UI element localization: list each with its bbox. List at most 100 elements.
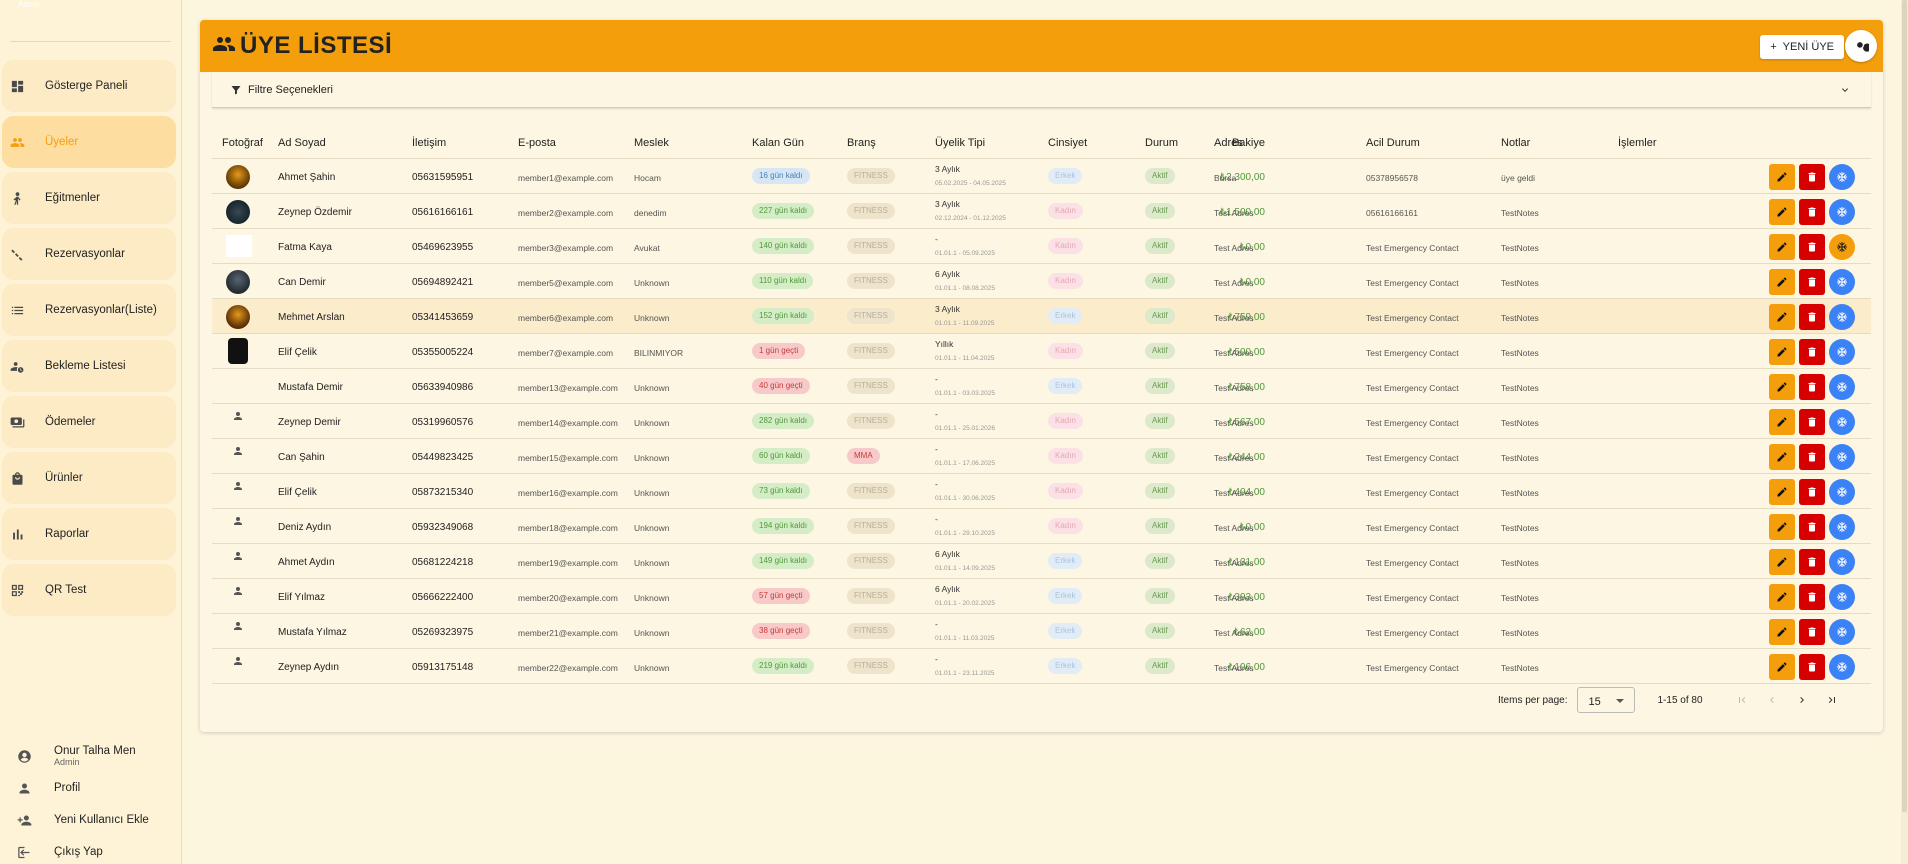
member-job: Unknown [634, 558, 670, 568]
table-row[interactable]: Elif Çelik 05355005224 member7@example.com… [212, 334, 1871, 369]
freeze-button[interactable] [1829, 304, 1855, 330]
edit-button[interactable] [1769, 164, 1795, 190]
add-user-link[interactable]: Yeni Kullanıcı Ekle [0, 804, 180, 836]
column-header[interactable]: Branş [847, 137, 876, 149]
delete-button[interactable] [1799, 234, 1825, 260]
delete-button[interactable] [1799, 619, 1825, 645]
sidebar-item-qr-test[interactable]: QR Test [2, 564, 176, 616]
delete-button[interactable] [1799, 374, 1825, 400]
edit-button[interactable] [1769, 444, 1795, 470]
items-per-page-select[interactable]: 15 [1577, 687, 1636, 713]
sidebar-item-ödemeler[interactable]: Ödemeler [2, 396, 176, 448]
edit-button[interactable] [1769, 374, 1795, 400]
table-row[interactable]: Elif Çelik 05873215340 member16@example.co… [212, 474, 1871, 509]
sidebar-item-gösterge-paneli[interactable]: Gösterge Paneli [2, 60, 176, 112]
table-row[interactable]: Elif Yılmaz 05666222400 member20@example.c… [212, 579, 1871, 614]
table-row[interactable]: Mustafa Yılmaz 05269323975 member21@exampl… [212, 614, 1871, 649]
table-row[interactable]: Mustafa Demir 05633940986 member13@example… [212, 369, 1871, 404]
freeze-button[interactable] [1829, 549, 1855, 575]
column-header[interactable]: Adres [1214, 137, 1243, 149]
edit-button[interactable] [1769, 514, 1795, 540]
sidebar-item-label: Rezervasyonlar [45, 248, 125, 260]
sidebar-item-rezervasyonlar[interactable]: Rezervasyonlar [2, 228, 176, 280]
column-header[interactable]: Kalan Gün [752, 137, 804, 149]
edit-button[interactable] [1769, 304, 1795, 330]
freeze-button[interactable] [1829, 269, 1855, 295]
new-member-button[interactable]: + YENİ ÜYE [1760, 35, 1844, 59]
delete-button[interactable] [1799, 479, 1825, 505]
column-header[interactable]: Notlar [1501, 137, 1530, 149]
table-row[interactable]: Zeynep Demir 05319960576 member14@example.… [212, 404, 1871, 439]
delete-button[interactable] [1799, 164, 1825, 190]
table-row[interactable]: Deniz Aydın 05932349068 member18@example.c… [212, 509, 1871, 544]
filter-panel[interactable]: Filtre Seçenekleri [212, 72, 1871, 108]
sidebar-item-üyeler[interactable]: Üyeler [2, 116, 176, 168]
delete-button[interactable] [1799, 304, 1825, 330]
column-header[interactable]: Meslek [634, 137, 669, 149]
freeze-button[interactable] [1829, 619, 1855, 645]
delete-button[interactable] [1799, 514, 1825, 540]
table-row[interactable]: Zeynep Aydın 05913175148 member22@example.… [212, 649, 1871, 684]
table-row[interactable]: Fatma Kaya 05469623955 member3@example.com… [212, 229, 1871, 264]
edit-button[interactable] [1769, 479, 1795, 505]
profile-link[interactable]: Profil [0, 772, 180, 804]
delete-button[interactable] [1799, 409, 1825, 435]
table-row[interactable]: Can Şahin 05449823425 member15@example.com… [212, 439, 1871, 474]
sidebar-item-raporlar[interactable]: Raporlar [2, 508, 176, 560]
column-header[interactable]: Ad Soyad [278, 137, 326, 149]
table-row[interactable]: Ahmet Şahin 05631595951 member1@example.co… [212, 159, 1871, 194]
delete-button[interactable] [1799, 584, 1825, 610]
edit-button[interactable] [1769, 619, 1795, 645]
delete-button[interactable] [1799, 654, 1825, 680]
freeze-button[interactable] [1829, 654, 1855, 680]
delete-button[interactable] [1799, 199, 1825, 225]
table-row[interactable]: Mehmet Arslan 05341453659 member6@example.… [212, 299, 1871, 334]
freeze-button[interactable] [1829, 409, 1855, 435]
freeze-button[interactable] [1829, 234, 1855, 260]
delete-button[interactable] [1799, 269, 1825, 295]
edit-button[interactable] [1769, 409, 1795, 435]
delete-button[interactable] [1799, 339, 1825, 365]
delete-button[interactable] [1799, 549, 1825, 575]
sidebar-item-rezervasyonlar-liste-[interactable]: Rezervasyonlar(Liste) [2, 284, 176, 336]
edit-button[interactable] [1769, 269, 1795, 295]
sidebar-item-eğitmenler[interactable]: Eğitmenler [2, 172, 176, 224]
edit-button[interactable] [1769, 234, 1795, 260]
column-header[interactable]: E-posta [518, 137, 556, 149]
column-header[interactable]: Üyelik Tipi [935, 137, 985, 149]
scrollbar-thumb[interactable] [1902, 0, 1907, 812]
table-row[interactable]: Zeynep Özdemir 05616166161 member2@example… [212, 194, 1871, 229]
people-icon [9, 134, 25, 150]
scrollbar[interactable] [1901, 0, 1908, 864]
freeze-button[interactable] [1829, 444, 1855, 470]
member-email: member1@example.com [518, 173, 614, 183]
last-page-button[interactable] [1817, 694, 1847, 706]
sidebar-item-ürünler[interactable]: Ürünler [2, 452, 176, 504]
column-header[interactable]: Durum [1145, 137, 1178, 149]
first-page-button[interactable] [1727, 694, 1757, 706]
prev-page-button[interactable] [1757, 694, 1787, 706]
column-header[interactable]: Fotoğraf [222, 137, 263, 149]
table-row[interactable]: Ahmet Aydın 05681224218 member19@example.c… [212, 544, 1871, 579]
logout-link[interactable]: Çıkış Yap [0, 836, 180, 864]
freeze-button[interactable] [1829, 339, 1855, 365]
freeze-button[interactable] [1829, 164, 1855, 190]
freeze-button[interactable] [1829, 374, 1855, 400]
edit-button[interactable] [1769, 584, 1795, 610]
column-header[interactable]: Cinsiyet [1048, 137, 1087, 149]
freeze-button[interactable] [1829, 479, 1855, 505]
column-header[interactable]: İletişim [412, 137, 446, 149]
delete-button[interactable] [1799, 444, 1825, 470]
search-button[interactable] [1845, 30, 1877, 62]
edit-button[interactable] [1769, 549, 1795, 575]
table-row[interactable]: Can Demir 05694892421 member5@example.com U… [212, 264, 1871, 299]
freeze-button[interactable] [1829, 514, 1855, 540]
next-page-button[interactable] [1787, 694, 1817, 706]
edit-button[interactable] [1769, 654, 1795, 680]
freeze-button[interactable] [1829, 584, 1855, 610]
sidebar-item-bekleme-listesi[interactable]: Bekleme Listesi [2, 340, 176, 392]
edit-button[interactable] [1769, 339, 1795, 365]
column-header[interactable]: Acil Durum [1366, 137, 1420, 149]
freeze-button[interactable] [1829, 199, 1855, 225]
edit-button[interactable] [1769, 199, 1795, 225]
